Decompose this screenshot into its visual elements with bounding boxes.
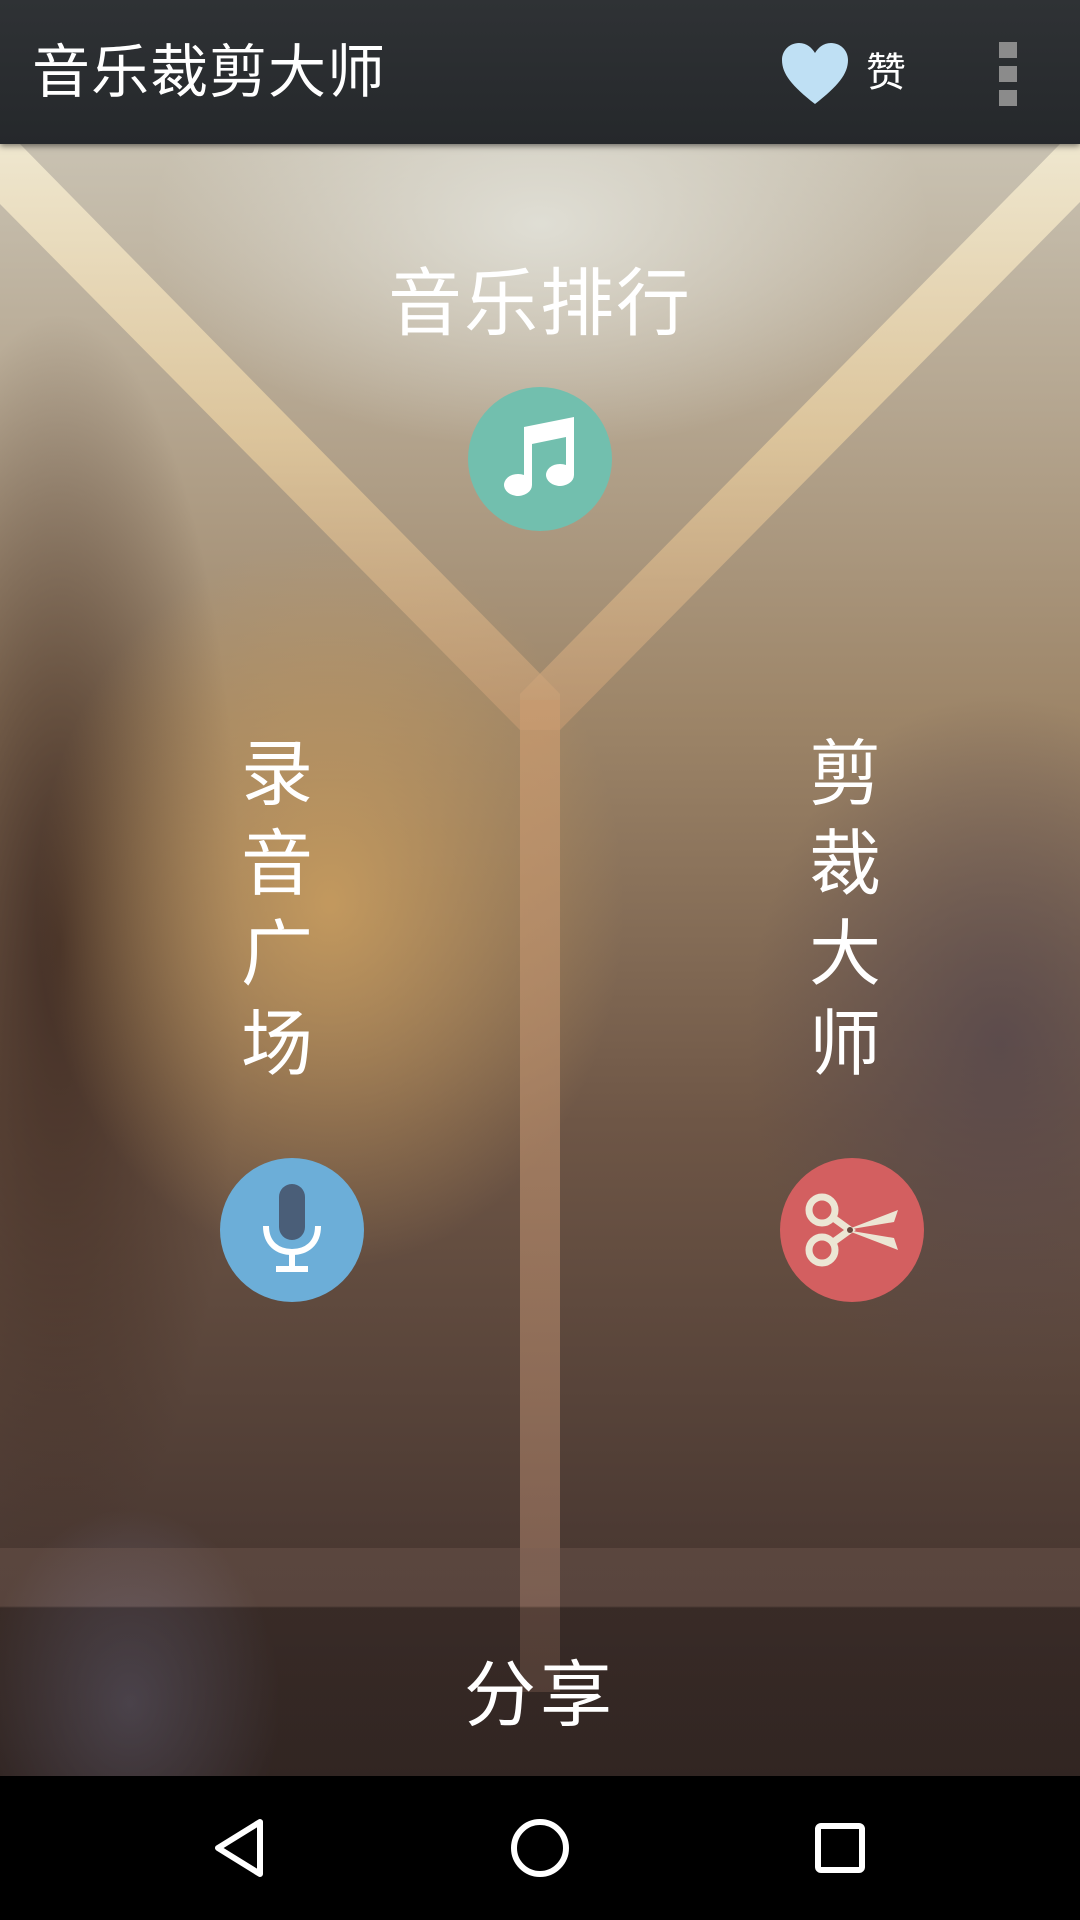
home-button[interactable]: [490, 1798, 590, 1898]
overflow-menu-icon-dot: [999, 66, 1017, 82]
back-triangle-icon: [215, 1819, 263, 1877]
record-square-label: 录音广场: [240, 732, 313, 1086]
music-note-icon: [504, 417, 574, 496]
music-ranking-label: 音乐排行: [388, 261, 692, 347]
share-button[interactable]: 分享: [0, 1608, 1080, 1776]
action-bar: 音乐裁剪大师 赞: [0, 0, 1080, 144]
like-label: 赞: [866, 50, 906, 96]
like-button[interactable]: 赞: [770, 36, 910, 116]
record-square-button[interactable]: [220, 1158, 364, 1302]
back-button[interactable]: [190, 1798, 290, 1898]
home-circle-icon: [511, 1819, 569, 1877]
clip-master-button[interactable]: [780, 1158, 924, 1302]
overflow-menu-button[interactable]: [982, 28, 1034, 118]
overflow-menu-icon: [999, 42, 1017, 58]
heart-icon: [782, 43, 848, 104]
overflow-menu-icon-dot: [999, 90, 1017, 106]
app-title: 音乐裁剪大师: [32, 38, 387, 106]
main-content: 音乐排行 录音广场 剪裁大师 分享: [0, 144, 1080, 1776]
clip-master-label: 剪裁大师: [808, 732, 881, 1086]
recents-square-icon: [815, 1823, 865, 1873]
scissors-icon: [805, 1193, 898, 1267]
music-ranking-button[interactable]: [468, 387, 612, 531]
share-label: 分享: [463, 1653, 616, 1737]
app-screen: 音乐裁剪大师 赞 音乐排行 录音广场 剪裁大师 分享: [0, 0, 1080, 1920]
microphone-icon: [263, 1184, 321, 1272]
navigation-bar: [0, 1776, 1080, 1920]
recents-button[interactable]: [790, 1798, 890, 1898]
